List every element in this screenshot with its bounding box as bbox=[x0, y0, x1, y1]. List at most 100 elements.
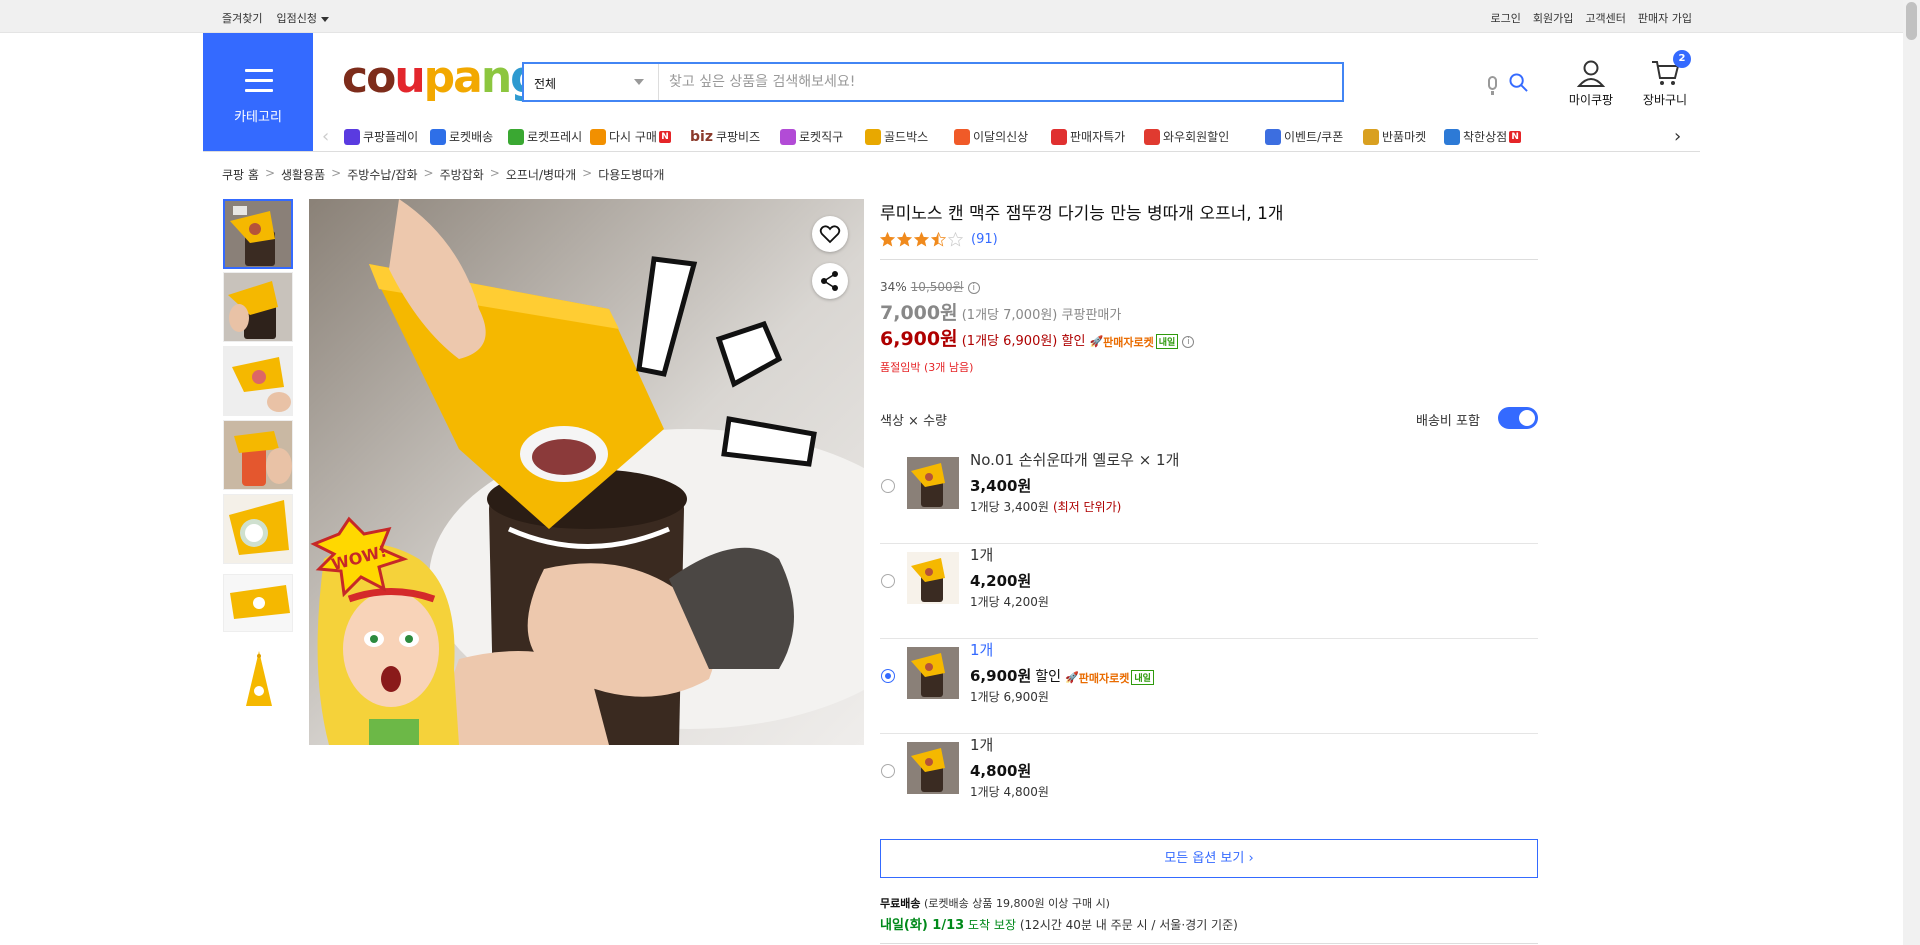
nav-item-label: 쿠팡플레이 bbox=[363, 130, 419, 144]
seller-apply-menu[interactable]: 입점신청 bbox=[276, 10, 329, 26]
product-thumbnail[interactable] bbox=[223, 199, 293, 269]
option-radio[interactable] bbox=[881, 669, 895, 683]
option-price: 6,900원 할인 🚀 판매자로켓 내일 bbox=[970, 665, 1154, 686]
breadcrumb-link[interactable]: 오프너/병따개 bbox=[506, 166, 576, 183]
option-item[interactable]: 1개 4,200원 1개당 4,200원 bbox=[880, 544, 1538, 639]
option-radio[interactable] bbox=[881, 574, 895, 588]
percent-icon bbox=[1051, 128, 1067, 145]
arrival-info: 내일(화) 1/13 도착 보장 (12시간 40분 내 주문 시 / 서울·경… bbox=[880, 914, 1238, 933]
option-thumbnail bbox=[907, 647, 959, 699]
breadcrumb-separator-icon: > bbox=[582, 166, 593, 180]
info-icon[interactable]: i bbox=[967, 281, 980, 294]
option-name: No.01 손쉬운따개 옐로우 × 1개 bbox=[970, 451, 1180, 469]
view-all-options-button[interactable]: 모든 옵션 보기 › bbox=[880, 839, 1538, 878]
product-thumbnail[interactable] bbox=[223, 420, 293, 490]
sale-price: 6,900원 bbox=[880, 328, 958, 350]
login-link[interactable]: 로그인 bbox=[1491, 10, 1521, 26]
microphone-icon[interactable] bbox=[1488, 76, 1497, 90]
option-price: 3,400원 bbox=[970, 477, 1032, 495]
nav-item[interactable]: 로켓프레시 bbox=[508, 128, 582, 145]
star-icon bbox=[931, 232, 946, 247]
nav-item[interactable]: 로켓배송 bbox=[430, 128, 493, 145]
option-name: 1개 bbox=[970, 736, 994, 754]
page-scrollbar[interactable] bbox=[1903, 0, 1920, 945]
bookmark-link[interactable]: 즐겨찾기 bbox=[222, 10, 262, 26]
seller-apply-label: 입점신청 bbox=[276, 12, 317, 25]
option-radio[interactable] bbox=[881, 479, 895, 493]
breadcrumb-link[interactable]: 다용도병따개 bbox=[598, 166, 664, 183]
search-input[interactable] bbox=[669, 71, 1269, 93]
seller-signup-link[interactable]: 판매자 가입 bbox=[1638, 10, 1692, 26]
original-price: 10,500원 bbox=[910, 280, 964, 294]
stock-warning: 품절임박 (3개 남음) bbox=[880, 361, 974, 374]
option-unit-price: 1개당 4,200원 bbox=[970, 595, 1049, 609]
breadcrumb-separator-icon: > bbox=[331, 166, 342, 180]
product-rating[interactable]: (91) bbox=[880, 232, 998, 247]
rocket-icon bbox=[430, 128, 446, 145]
breadcrumb-link[interactable]: 주방잡화 bbox=[440, 166, 484, 183]
nav-item[interactable]: 다시 구매 N bbox=[590, 128, 671, 145]
option-radio[interactable] bbox=[881, 764, 895, 778]
mycoupang-button[interactable]: 마이쿠팡 bbox=[1558, 58, 1624, 108]
discount-line: 34% 10,500원 i bbox=[880, 278, 980, 295]
nav-item[interactable]: 판매자특가 bbox=[1051, 128, 1125, 145]
return-market-icon bbox=[1363, 128, 1379, 145]
search-icon[interactable] bbox=[1509, 73, 1528, 92]
nav-item[interactable]: 로켓직구 bbox=[780, 128, 843, 145]
nav-item[interactable]: 쿠팡플레이 bbox=[344, 128, 418, 145]
option-item[interactable]: 1개 6,900원 할인 🚀 판매자로켓 내일 1개당 6,900원 bbox=[880, 639, 1538, 734]
scrollbar-thumb[interactable] bbox=[1906, 2, 1917, 40]
seller-rocket-badge: 🚀 판매자로켓 내일 bbox=[1089, 334, 1179, 350]
product-thumbnail[interactable] bbox=[223, 272, 293, 342]
breadcrumb: 쿠팡 홈 > 생활용품 > 주방수납/잡화 > 주방잡화 > 오프너/병따개 > 다용도병따개 bbox=[222, 166, 664, 183]
nav-item[interactable]: 착한상점 N bbox=[1444, 128, 1522, 145]
breadcrumb-separator-icon: > bbox=[489, 166, 500, 180]
category-label: 카테고리 bbox=[234, 110, 282, 125]
discount-rate: 34% bbox=[880, 280, 907, 294]
option-name: 1개 bbox=[970, 546, 994, 564]
coupang-logo[interactable]: coupang bbox=[342, 52, 542, 103]
new-icon bbox=[954, 128, 970, 145]
main-product-image[interactable]: WOW! bbox=[309, 199, 864, 745]
rating-count[interactable]: (91) bbox=[971, 232, 998, 247]
breadcrumb-link[interactable]: 생활용품 bbox=[281, 166, 325, 183]
breadcrumb-link[interactable]: 쿠팡 홈 bbox=[222, 166, 259, 183]
info-icon[interactable]: i bbox=[1182, 335, 1195, 348]
option-unit-price: 1개당 6,900원 bbox=[970, 690, 1049, 704]
wishlist-button[interactable] bbox=[812, 216, 848, 252]
nav-item[interactable]: 이벤트/쿠폰 bbox=[1265, 128, 1343, 145]
nav-item[interactable]: 반품마켓 bbox=[1363, 128, 1426, 145]
product-thumbnail[interactable] bbox=[223, 645, 293, 715]
seller-rocket-badge: 🚀 판매자로켓 내일 bbox=[1065, 670, 1154, 686]
signup-link[interactable]: 회원가입 bbox=[1533, 10, 1573, 26]
nav-item[interactable]: 골드박스 bbox=[865, 128, 928, 145]
cart-label: 장바구니 bbox=[1642, 93, 1688, 107]
nav-item-label: 골드박스 bbox=[884, 130, 929, 144]
nav-next-icon[interactable]: › bbox=[1674, 126, 1681, 147]
share-button[interactable] bbox=[812, 263, 848, 299]
option-item[interactable]: No.01 손쉬운따개 옐로우 × 1개 3,400원 1개당 3,400원 (최저 … bbox=[880, 449, 1538, 544]
product-thumbnail[interactable] bbox=[223, 346, 293, 416]
option-price: 4,800원 bbox=[970, 762, 1032, 780]
utility-bar: 즐겨찾기 입점신청 로그인 회원가입 고객센터 판매자 가입 bbox=[0, 0, 1920, 33]
category-menu-button[interactable]: 카테고리 bbox=[203, 33, 313, 151]
option-item[interactable]: 1개 4,800원 1개당 4,800원 bbox=[880, 734, 1538, 829]
customer-center-link[interactable]: 고객센터 bbox=[1585, 10, 1625, 26]
nav-item-label: 판매자특가 bbox=[1070, 130, 1126, 144]
nav-item[interactable]: 와우회원할인 bbox=[1144, 128, 1229, 145]
free-shipping-note: (로켓배송 상품 19,800원 이상 구매 시) bbox=[923, 897, 1110, 910]
nav-item[interactable]: biz 쿠팡비즈 bbox=[690, 128, 760, 145]
product-thumbnail[interactable] bbox=[223, 574, 293, 632]
divider bbox=[880, 943, 1538, 944]
shipping-included-toggle[interactable] bbox=[1498, 407, 1538, 429]
header-divider bbox=[203, 151, 1700, 152]
product-thumbnail[interactable] bbox=[223, 494, 293, 564]
search-category-select[interactable]: 전체 bbox=[524, 64, 659, 100]
rebuy-icon bbox=[590, 128, 606, 145]
nav-item-label: 반품마켓 bbox=[1382, 130, 1427, 144]
star-icon bbox=[948, 232, 963, 247]
breadcrumb-link[interactable]: 주방수납/잡화 bbox=[347, 166, 417, 183]
nav-prev-icon[interactable]: ‹ bbox=[322, 126, 329, 147]
star-icon bbox=[897, 232, 912, 247]
nav-item[interactable]: 이달의신상 bbox=[954, 128, 1028, 145]
